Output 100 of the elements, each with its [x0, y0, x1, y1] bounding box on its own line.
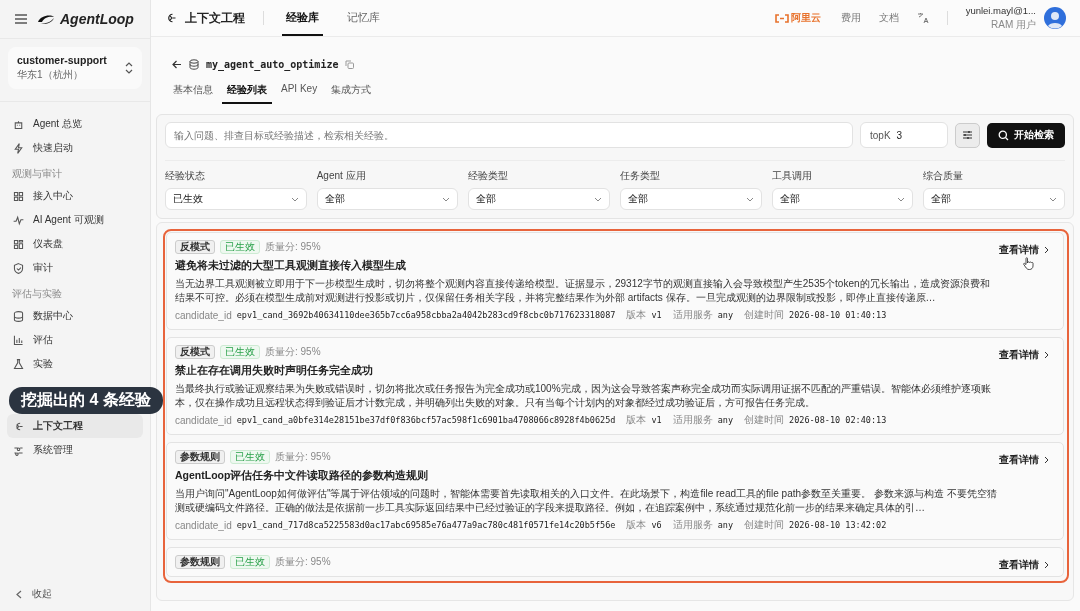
- header-link[interactable]: 文档: [878, 11, 899, 25]
- meta-value: epv1_cand_3692b40634110dee365b7cc6a958cbba2a4042b283cd9f8cbc0b717623318087: [236, 310, 616, 320]
- user-email: yunlei.mayl@1...: [965, 4, 1036, 16]
- section-title: 评估与实验: [11, 287, 63, 301]
- sidebar-item[interactable]: 数据中心: [7, 304, 143, 328]
- details-link[interactable]: 查看详情: [999, 453, 1049, 467]
- experience-description: 当无边界工具观测被立即用于下一步模型生成时，切勿将整个观测内容直接传递给模型。证据显示，29312字节的观测直接输入会导致模型产生2535个token的冗长输出，造成资源浪费和结果不可控。必须在模型生成前对观测进行投影或切片，仅保留任务相关字段，并将完整结果作为外部 artifacts 保存。一旦完成观测的边界限制或投影，即停止直接传递原…: [175, 277, 991, 305]
- meta-label: 适用服务: [672, 413, 713, 427]
- context-icon: [165, 12, 177, 24]
- sidebar-item[interactable]: 上下文工程: [7, 414, 143, 438]
- details-link[interactable]: 查看详情: [999, 348, 1049, 362]
- quality-score: 质量分: 95%: [265, 345, 321, 359]
- type-tag: 反模式: [175, 345, 215, 359]
- copy-icon[interactable]: [345, 59, 355, 69]
- header-link[interactable]: 费用: [840, 11, 861, 25]
- quality-score: 质量分: 95%: [265, 240, 321, 254]
- project-name: customer-support: [17, 54, 107, 66]
- sidebar-item[interactable]: 审计: [7, 256, 143, 280]
- filter-dropdown[interactable]: 全部: [771, 188, 914, 210]
- quality-score: 质量分: 95%: [275, 555, 331, 569]
- meta-value: any: [717, 520, 734, 530]
- filter-label: Agent 应用: [316, 169, 367, 183]
- topk-field[interactable]: topK 3: [860, 122, 948, 148]
- filter-dropdown[interactable]: 已生效: [165, 188, 307, 210]
- status-tag: 已生效: [220, 240, 260, 254]
- search-icon: [998, 129, 1009, 141]
- chevron-left-icon: [16, 589, 22, 599]
- search-button[interactable]: 开始检索: [987, 122, 1065, 148]
- filter-settings-button[interactable]: [955, 122, 980, 148]
- filter-label: 综合质量: [923, 169, 965, 183]
- meta-label: 创建时间: [744, 413, 785, 427]
- filter-dropdown[interactable]: 全部: [923, 188, 1065, 210]
- avatar-icon[interactable]: [1044, 7, 1066, 29]
- sidebar-item[interactable]: 评估: [7, 328, 143, 352]
- meta-value: 2026-08-10 01:40:13: [789, 310, 887, 320]
- library-name: my_agent_auto_optimize: [206, 58, 339, 70]
- chevron-right-icon: [1044, 246, 1049, 254]
- sidebar-item[interactable]: 快速启动: [7, 136, 143, 160]
- status-tag: 已生效: [230, 555, 270, 569]
- filter-label: 经验状态: [165, 169, 206, 183]
- collapse-button[interactable]: 收起: [0, 577, 150, 611]
- meta-label: 版本: [626, 518, 647, 532]
- top-tab[interactable]: 记忆库: [343, 0, 384, 36]
- meta-label: 适用服务: [672, 308, 713, 322]
- sidebar-item[interactable]: Agent 总览: [7, 112, 143, 136]
- status-tag: 已生效: [230, 450, 270, 464]
- experience-description: 当最终执行或验证观察结果为失败或错误时，切勿将批次或任务报告为完全成功或100%完成，因为这会导致答案声称完全成功而实际调用证据不匹配的严重错误。智能体必须维护逐项账本，仅在操作成功且远程状态得到验证后才计数完成，并明确列出失败的对象。只有当每个计划内的对象都经过成功验证后，方可报告任务完成。: [175, 382, 992, 410]
- chevron-down-icon: [1049, 196, 1057, 202]
- sidebar-item[interactable]: 实验: [7, 352, 143, 376]
- type-tag: 反模式: [175, 240, 215, 254]
- brand-name: 阿里云: [790, 11, 821, 25]
- type-tag: 参数规则: [175, 450, 225, 464]
- user-role: RAM 用户: [991, 17, 1036, 32]
- sidebar-item[interactable]: 接入中心: [7, 184, 143, 208]
- quality-score: 质量分: 95%: [275, 450, 331, 464]
- project-switcher[interactable]: customer-support 华东1（杭州）: [8, 47, 142, 89]
- section-title: 观测与审计: [11, 167, 63, 181]
- experience-title: AgentLoop评估任务中文件读取路径的参数构造规则: [175, 469, 430, 483]
- meta-value: any: [717, 310, 734, 320]
- chevron-right-icon: [1044, 351, 1049, 359]
- status-tag: 已生效: [220, 345, 260, 359]
- meta-value: v1: [651, 415, 662, 425]
- sidebar-item[interactable]: 系统管理: [7, 438, 143, 462]
- chevron-right-icon: [1044, 456, 1049, 464]
- meta-value: v6: [651, 520, 662, 530]
- details-link[interactable]: 查看详情: [999, 243, 1049, 257]
- meta-value: any: [717, 415, 734, 425]
- sub-tab[interactable]: 集成方式: [326, 79, 377, 104]
- filter-dropdown[interactable]: 全部: [316, 188, 459, 210]
- meta-label: candidate_id: [175, 309, 232, 321]
- filter-label: 工具调用: [771, 169, 813, 183]
- meta-label: candidate_id: [175, 414, 232, 426]
- chevron-down-icon: [442, 196, 451, 202]
- filter-dropdown[interactable]: 全部: [468, 188, 610, 210]
- filter-label: 经验类型: [468, 169, 510, 183]
- search-field[interactable]: 输入问题、排查目标或经验描述，检索相关经验。: [165, 122, 853, 148]
- details-link[interactable]: 查看详情: [999, 558, 1049, 572]
- translate-icon[interactable]: [916, 12, 929, 24]
- menu-icon[interactable]: [14, 13, 28, 25]
- filter-dropdown[interactable]: 全部: [620, 188, 762, 210]
- sub-tab[interactable]: API Key: [276, 79, 323, 104]
- meta-value: epv1_cand_717d8ca5225583d0ac17abc69585e76a477a9ac780c481f0571fe14c20b5f56e: [236, 520, 616, 530]
- chevron-down-icon: [745, 196, 754, 202]
- caption-overlay: 挖掘出的 4 条经验: [9, 387, 163, 414]
- sub-tab[interactable]: 基本信息: [168, 79, 218, 104]
- meta-value: epv1_cand_a0bfe314e28151be37df0f836bcf57ac598f1c6901ba4708066c8928f4b0625d: [236, 415, 616, 425]
- back-arrow-icon[interactable]: [172, 59, 182, 69]
- top-tab[interactable]: 经验库: [282, 0, 323, 36]
- meta-label: 版本: [626, 308, 647, 322]
- meta-label: 创建时间: [744, 308, 785, 322]
- sub-tab[interactable]: 经验列表: [222, 79, 272, 104]
- section-title: 上下文工程: [185, 9, 245, 27]
- meta-label: 适用服务: [672, 518, 713, 532]
- logo-icon: [36, 13, 56, 25]
- meta-label: candidate_id: [175, 519, 232, 531]
- filter-label: 任务类型: [620, 169, 661, 183]
- sidebar-item[interactable]: 仪表盘: [7, 232, 143, 256]
- sidebar-item[interactable]: AI Agent 可观测: [7, 208, 143, 232]
- meta-label: 创建时间: [744, 518, 785, 532]
- experience-description: 当用户询问"AgentLoop如何做评估"等属于评估领域的问题时，智能体需要首先读取相关的入口文件。在此场景下，构造file read工具的file path参数至关重要。 参数来源与构造 不要凭空猜测或硬编码文件路径。正确的做法是依据前一步工具实际返回结果中已经过验证的字段来提取路径。例如，在追踪案例中，系统通过规范化前一步的结果来确定具体的引…: [175, 487, 997, 515]
